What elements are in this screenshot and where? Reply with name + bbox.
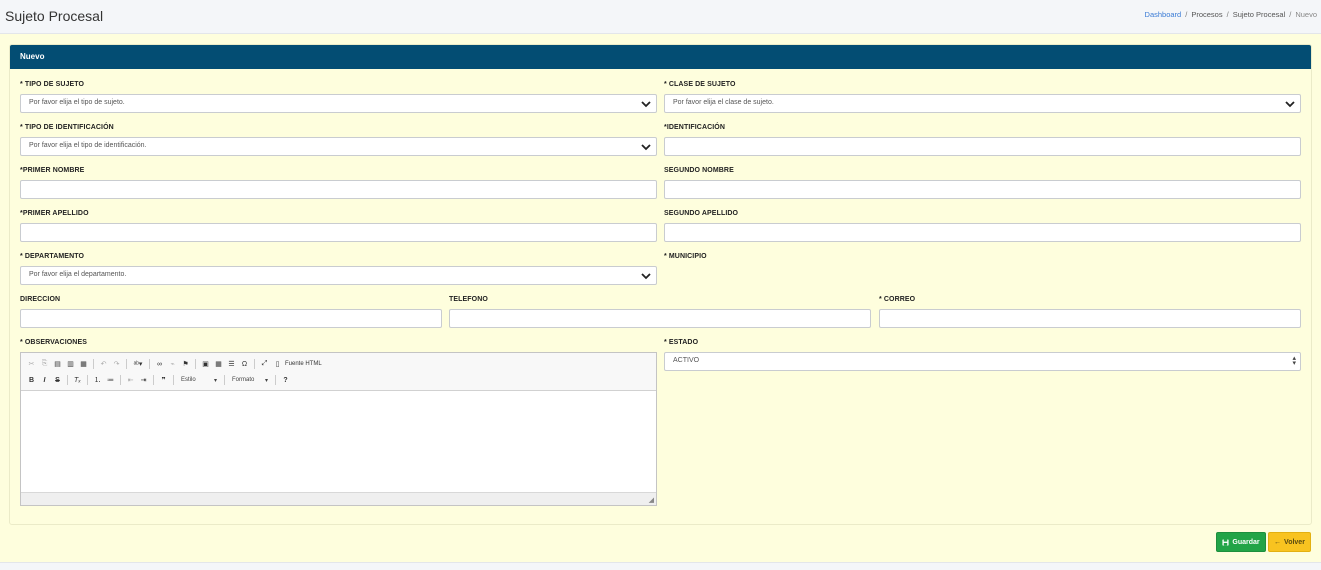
correo-label: * CORREO: [879, 296, 916, 303]
tipo-sujeto-label: * TIPO DE SUJETO: [20, 81, 85, 88]
breadcrumb: Dashboard / Procesos / Sujeto Procesal / Nuevo: [1144, 10, 1317, 19]
back-button-label: Volver: [1284, 538, 1305, 546]
resize-handle-icon[interactable]: ◢: [649, 496, 654, 504]
chevron-down-icon: [641, 273, 651, 280]
horizontal-rule-icon[interactable]: ☰: [226, 358, 237, 370]
direccion-label: DIRECCION: [20, 296, 61, 303]
floppy-disk-icon: [1222, 538, 1229, 546]
combo-arrow-icon: ▾: [264, 377, 268, 384]
save-button[interactable]: Guardar: [1216, 532, 1266, 552]
tipo-identificacion-select[interactable]: Por favor elija el tipo de identificació…: [20, 137, 657, 156]
blockquote-icon[interactable]: ❞: [158, 374, 169, 386]
departamento-placeholder: Por favor elija el departamento.: [29, 271, 127, 278]
copy-icon[interactable]: ⎘: [39, 358, 50, 370]
tipo-identificacion-placeholder: Por favor elija el tipo de identificació…: [29, 142, 147, 149]
numbered-list-icon[interactable]: ⒈: [92, 374, 103, 386]
toolbar-row-2: B I S Tₓ ⒈ ≔ ⇤ ⇥ ❞ Estilo ▾ Formato ▾ ?: [26, 372, 651, 388]
telefono-input[interactable]: [449, 309, 871, 328]
observaciones-label: * OBSERVACIONES: [20, 339, 87, 346]
segundo-apellido-label: SEGUNDO APELLIDO: [664, 210, 739, 217]
bold-button[interactable]: B: [26, 374, 37, 386]
breadcrumb-sujeto-procesal[interactable]: Sujeto Procesal: [1233, 10, 1286, 19]
toolbar-row-1: ✂ ⎘ ▤ ▥ ▦ ↶ ↷ ᵃᵇ▾ ∞ ⌁ ⚑ ▣ ▦ ☰ Ω ⤢ ▯ Fuen…: [26, 356, 651, 372]
observaciones-editor: ✂ ⎘ ▤ ▥ ▦ ↶ ↷ ᵃᵇ▾ ∞ ⌁ ⚑ ▣ ▦ ☰ Ω ⤢ ▯ Fuen…: [20, 352, 657, 506]
estado-label: * ESTADO: [664, 339, 699, 346]
telefono-label: TELEFONO: [449, 296, 488, 303]
arrow-left-icon: ←: [1274, 538, 1282, 546]
identificacion-input[interactable]: [664, 137, 1301, 156]
maximize-icon[interactable]: ⤢: [259, 358, 270, 370]
help-button[interactable]: ?: [280, 374, 291, 386]
style-combo-label: Estilo: [181, 377, 196, 383]
paste-word-icon[interactable]: ▦: [78, 358, 89, 370]
primer-nombre-input[interactable]: [20, 180, 657, 199]
unlink-icon[interactable]: ⌁: [167, 358, 178, 370]
primer-nombre-label: *PRIMER NOMBRE: [20, 167, 85, 174]
format-combo-label: Formato: [232, 377, 255, 383]
clase-sujeto-label: * CLASE DE SUJETO: [664, 81, 736, 88]
paste-text-icon[interactable]: ▥: [65, 358, 76, 370]
editor-status-bar: ◢: [21, 492, 656, 505]
format-combo[interactable]: Formato ▾: [229, 374, 271, 386]
bulleted-list-icon[interactable]: ≔: [105, 374, 116, 386]
remove-format-icon[interactable]: Tₓ: [72, 374, 83, 386]
cut-icon[interactable]: ✂: [26, 358, 37, 370]
segundo-nombre-input[interactable]: [664, 180, 1301, 199]
anchor-flag-icon[interactable]: ⚑: [180, 358, 191, 370]
segundo-nombre-label: SEGUNDO NOMBRE: [664, 167, 734, 174]
indent-icon[interactable]: ⇥: [138, 374, 149, 386]
page-title: Sujeto Procesal: [5, 8, 104, 24]
chevron-down-icon: [1285, 101, 1295, 108]
top-bar: Sujeto Procesal Dashboard / Procesos / Sujet…: [0, 0, 1321, 34]
segundo-apellido-input[interactable]: [664, 223, 1301, 242]
style-combo[interactable]: Estilo ▾: [178, 374, 220, 386]
editor-toolbar: ✂ ⎘ ▤ ▥ ▦ ↶ ↷ ᵃᵇ▾ ∞ ⌁ ⚑ ▣ ▦ ☰ Ω ⤢ ▯ Fuen…: [21, 353, 656, 391]
chevron-down-icon: [641, 144, 651, 151]
tipo-identificacion-label: * TIPO DE IDENTIFICACIÓN: [20, 124, 114, 131]
editor-text-area[interactable]: [21, 391, 656, 492]
departamento-select[interactable]: Por favor elija el departamento.: [20, 266, 657, 285]
tipo-sujeto-placeholder: Por favor elija el tipo de sujeto.: [29, 99, 125, 106]
correo-input[interactable]: [879, 309, 1301, 328]
card-title: Nuevo: [10, 45, 1311, 69]
departamento-label: * DEPARTAMENTO: [20, 253, 85, 260]
clase-sujeto-select[interactable]: Por favor elija el clase de sujeto.: [664, 94, 1301, 113]
direccion-input[interactable]: [20, 309, 442, 328]
updown-arrows-icon: ▴ ▾: [1292, 355, 1296, 367]
redo-icon[interactable]: ↷: [111, 358, 122, 370]
municipio-label: * MUNICIPIO: [664, 253, 707, 260]
image-icon[interactable]: ▣: [200, 358, 211, 370]
estado-select[interactable]: ACTIVO ▴ ▾: [664, 352, 1301, 371]
spellcheck-icon[interactable]: ᵃᵇ▾: [131, 358, 145, 370]
save-button-label: Guardar: [1232, 538, 1260, 546]
special-char-icon[interactable]: Ω: [239, 358, 250, 370]
tipo-sujeto-select[interactable]: Por favor elija el tipo de sujeto.: [20, 94, 657, 113]
source-icon[interactable]: ▯: [272, 358, 283, 370]
outdent-icon[interactable]: ⇤: [125, 374, 136, 386]
breadcrumb-dashboard[interactable]: Dashboard: [1145, 10, 1182, 19]
chevron-down-icon: [641, 101, 651, 108]
undo-icon[interactable]: ↶: [98, 358, 109, 370]
footer-bar: [0, 562, 1321, 570]
back-button[interactable]: ← Volver: [1268, 532, 1311, 552]
breadcrumb-procesos[interactable]: Procesos: [1191, 10, 1222, 19]
primer-apellido-input[interactable]: [20, 223, 657, 242]
link-icon[interactable]: ∞: [154, 358, 165, 370]
primer-apellido-label: *PRIMER APELLIDO: [20, 210, 89, 217]
identificacion-label: *IDENTIFICACIÓN: [664, 124, 725, 131]
source-html-button[interactable]: Fuente HTML: [285, 361, 322, 367]
estado-value: ACTIVO: [673, 357, 700, 364]
breadcrumb-nuevo: Nuevo: [1295, 10, 1317, 19]
strike-button[interactable]: S: [52, 374, 63, 386]
combo-arrow-icon: ▾: [213, 377, 217, 384]
italic-button[interactable]: I: [39, 374, 50, 386]
paste-icon[interactable]: ▤: [52, 358, 63, 370]
table-icon[interactable]: ▦: [213, 358, 224, 370]
clase-sujeto-placeholder: Por favor elija el clase de sujeto.: [673, 99, 774, 106]
